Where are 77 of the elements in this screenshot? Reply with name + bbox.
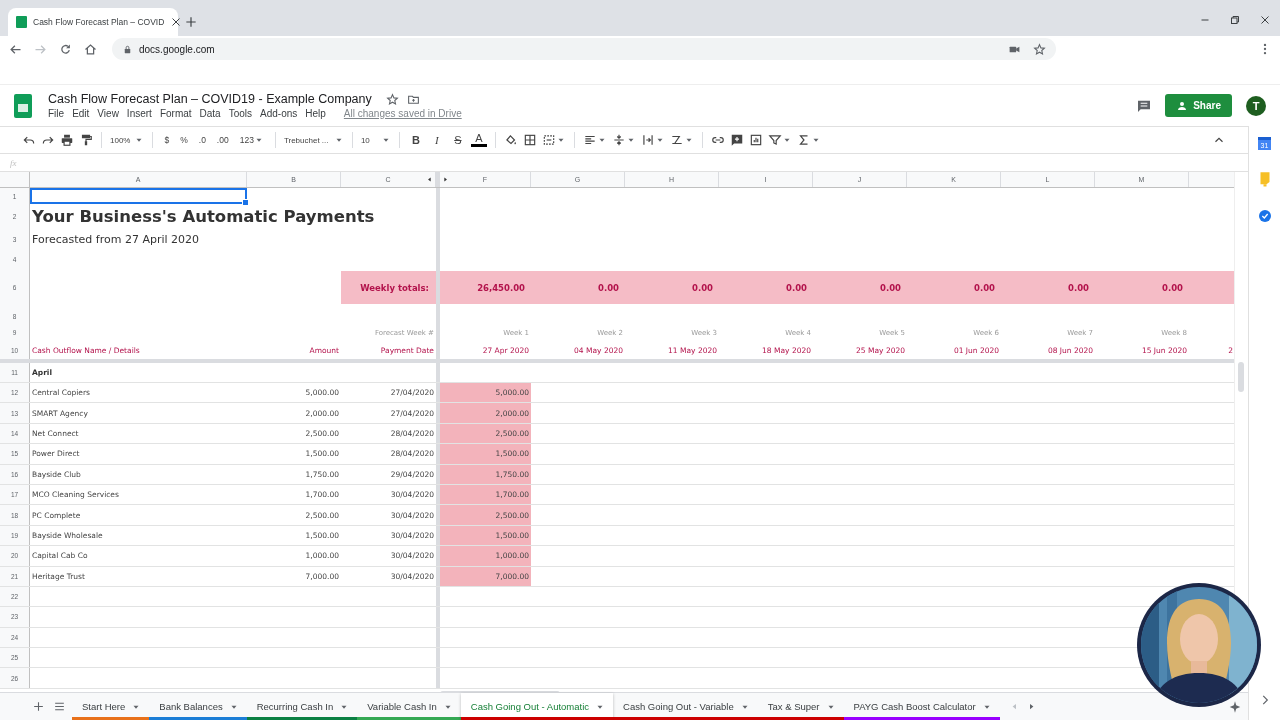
weekly-totals-label: Weekly totals: <box>341 271 436 304</box>
sheet-tab[interactable]: Bank Balances <box>149 693 247 720</box>
increase-decimal-button[interactable]: .00 <box>213 135 232 145</box>
menu-item[interactable]: Add-ons <box>260 108 298 119</box>
bold-button[interactable]: B <box>407 134 424 146</box>
all-sheets-icon[interactable] <box>53 700 66 713</box>
sigma-icon[interactable] <box>796 133 811 147</box>
sheet-tab[interactable]: Variable Cash In <box>357 693 461 720</box>
menu-item[interactable]: View <box>97 108 119 119</box>
decrease-decimal-button[interactable]: .0 <box>195 135 209 145</box>
vertical-align-icon[interactable] <box>611 133 626 147</box>
align-icon[interactable] <box>582 133 597 147</box>
filter-icon[interactable] <box>767 133 782 147</box>
print-icon[interactable] <box>60 133 74 147</box>
sheet-tab[interactable]: Tax & Super <box>757 693 844 720</box>
text-rotation-icon[interactable] <box>669 133 684 147</box>
menu-item[interactable]: Format <box>159 108 192 119</box>
sheet-tab[interactable]: Cash Going Out - Automatic <box>460 693 614 720</box>
font-size-dropdown[interactable]: 10 <box>360 135 391 145</box>
totals-band-end <box>1189 271 1234 304</box>
italic-button[interactable]: I <box>428 134 445 146</box>
restore-icon[interactable] <box>1229 14 1241 26</box>
weekly-total: 0.00 <box>1095 271 1189 304</box>
weekly-total: 0.00 <box>531 271 625 304</box>
browser-tab[interactable]: Cash Flow Forecast Plan – COVID <box>8 8 178 36</box>
left-triangle-icon[interactable] <box>426 176 433 183</box>
address-bar[interactable]: docs.google.com <box>112 38 1056 60</box>
tasks-icon[interactable] <box>1256 208 1273 224</box>
spreadsheet-icon <box>16 16 27 28</box>
close-icon[interactable] <box>170 16 183 28</box>
zoom-dropdown[interactable]: 100% <box>110 135 145 145</box>
menu-item[interactable]: Tools <box>228 108 253 119</box>
star-icon[interactable] <box>1033 42 1046 56</box>
sheet-title: Your Business's Automatic Payments <box>32 206 375 226</box>
weekly-total: 0.00 <box>907 271 1001 304</box>
weekly-total: 0.00 <box>1001 271 1095 304</box>
close-icon[interactable] <box>1259 14 1271 26</box>
weekly-total: 0.00 <box>719 271 813 304</box>
paint-format-icon[interactable] <box>79 133 93 147</box>
selected-cell[interactable] <box>30 188 247 204</box>
number-format-dropdown[interactable]: 123 <box>236 135 267 145</box>
font-dropdown[interactable]: Trebuchet ... <box>283 135 344 145</box>
add-comment-icon[interactable] <box>729 133 744 147</box>
spreadsheet-icon <box>14 93 32 118</box>
document-title[interactable]: Cash Flow Forecast Plan – COVID19 - Example Company <box>48 92 372 106</box>
sheet-tab[interactable]: Start Here <box>72 693 150 720</box>
home-icon[interactable] <box>83 41 98 57</box>
merge-cells-icon[interactable] <box>541 133 556 147</box>
menu-item[interactable]: File <box>48 108 65 119</box>
percent-button[interactable]: % <box>177 135 191 145</box>
sheet-tab[interactable]: Cash Going Out - Variable <box>613 693 758 720</box>
scroll-thumb[interactable] <box>1238 362 1244 392</box>
text-wrap-icon[interactable] <box>640 133 655 147</box>
share-button[interactable]: Share <box>1165 94 1232 117</box>
menu-item[interactable]: Help <box>305 108 326 119</box>
sheet-subtitle: Forecasted from 27 April 2020 <box>32 233 199 246</box>
star-icon[interactable] <box>385 92 399 106</box>
borders-icon[interactable] <box>522 133 537 147</box>
fill-color-icon[interactable] <box>503 133 518 147</box>
text-color-button[interactable]: A <box>470 133 487 147</box>
weekly-total: 26,450.00 <box>440 271 531 304</box>
person-icon <box>1176 99 1189 112</box>
save-status-link[interactable]: All changes saved in Drive <box>343 108 462 119</box>
lock-icon <box>122 43 133 55</box>
right-triangle-icon[interactable] <box>442 176 449 183</box>
menu-item[interactable]: Insert <box>126 108 152 119</box>
sheet-tab[interactable]: Recurring Cash In <box>246 693 358 720</box>
weekly-total: 0.00 <box>813 271 907 304</box>
strikethrough-button[interactable]: S <box>449 134 466 146</box>
currency-button[interactable]: $ <box>161 135 173 145</box>
weekly-total: 0.00 <box>625 271 719 304</box>
chart-icon[interactable] <box>748 133 763 147</box>
add-sheet-icon[interactable] <box>32 700 45 713</box>
menu-item[interactable]: Data <box>199 108 221 119</box>
menu-item[interactable]: Edit <box>72 108 90 119</box>
avatar[interactable]: T <box>1246 95 1266 116</box>
sheet-tab[interactable]: PAYG Cash Boost Calculator <box>843 693 1000 720</box>
